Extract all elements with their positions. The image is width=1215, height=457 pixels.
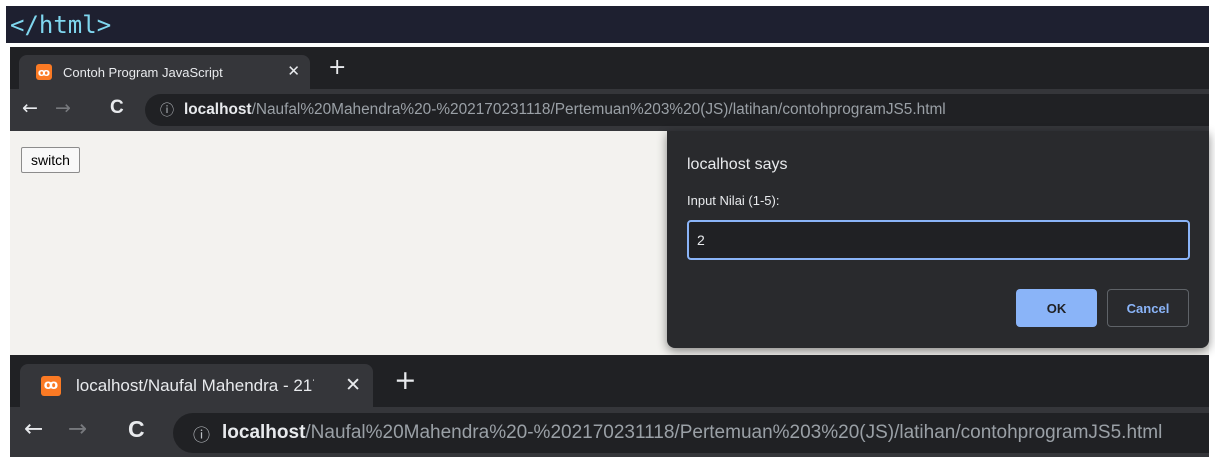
browser-window-top: ꝏ Contoh Program JavaScript ✕ + ← → C ⓘ …	[10, 47, 1209, 131]
tab-title: localhost/Naufal Mahendra - 217	[76, 375, 314, 395]
tab-strip: ꝏ localhost/Naufal Mahendra - 217 ✕ +	[10, 355, 1209, 407]
code-editor-strip: </html>	[6, 6, 1209, 43]
url-host: localhost	[184, 101, 252, 118]
switch-button[interactable]: switch	[21, 147, 80, 173]
browser-window-bottom: ꝏ localhost/Naufal Mahendra - 217 ✕ + ← …	[10, 355, 1209, 457]
back-arrow-icon[interactable]: ←	[22, 97, 38, 119]
address-bar[interactable]: ⓘ localhost/Naufal%20Mahendra%20-%202170…	[145, 94, 1209, 126]
url-text[interactable]: localhost/Naufal%20Mahendra%20-%20217023…	[184, 101, 946, 119]
new-tab-icon[interactable]: +	[394, 365, 417, 396]
prompt-dialog: localhost says Input Nilai (1-5): OK Can…	[667, 131, 1209, 348]
url-text[interactable]: localhost/Naufal%20Mahendra%20-%20217023…	[222, 422, 1162, 444]
close-tab-icon[interactable]: ✕	[345, 374, 361, 396]
dialog-message: Input Nilai (1-5):	[687, 193, 780, 208]
xampp-icon: ꝏ	[36, 64, 52, 80]
dialog-title: localhost says	[687, 156, 788, 173]
browser-tab-active[interactable]: ꝏ localhost/Naufal Mahendra - 217 ✕	[20, 364, 373, 407]
url-host: localhost	[222, 422, 306, 443]
tab-title: Contoh Program JavaScript	[63, 64, 223, 80]
reload-icon[interactable]: C	[110, 97, 124, 119]
xampp-icon: ꝏ	[41, 375, 61, 396]
close-tab-icon[interactable]: ✕	[287, 62, 300, 80]
prompt-input[interactable]	[687, 220, 1190, 260]
ok-button[interactable]: OK	[1016, 289, 1097, 327]
back-arrow-icon[interactable]: ←	[24, 416, 43, 442]
url-path: /Naufal%20Mahendra%20-%202170231118/Pert…	[251, 101, 946, 118]
browser-toolbar: ← → C ⓘ localhost/Naufal%20Mahendra%20-%…	[10, 407, 1209, 457]
address-bar[interactable]: ⓘ localhost/Naufal%20Mahendra%20-%202170…	[173, 413, 1209, 453]
info-icon[interactable]: ⓘ	[193, 421, 210, 446]
browser-tab-active[interactable]: ꝏ Contoh Program JavaScript ✕	[19, 55, 310, 89]
new-tab-icon[interactable]: +	[328, 55, 346, 80]
forward-arrow-icon[interactable]: →	[68, 416, 87, 442]
reload-icon[interactable]: C	[128, 416, 145, 443]
url-path: /Naufal%20Mahendra%20-%202170231118/Pert…	[305, 422, 1163, 443]
info-icon[interactable]: ⓘ	[160, 100, 174, 120]
cancel-button[interactable]: Cancel	[1107, 289, 1189, 327]
browser-toolbar: ← → C ⓘ localhost/Naufal%20Mahendra%20-%…	[10, 89, 1209, 131]
code-snippet: </html>	[10, 11, 112, 39]
tab-strip: ꝏ Contoh Program JavaScript ✕ +	[10, 47, 1209, 89]
forward-arrow-icon[interactable]: →	[55, 97, 71, 119]
